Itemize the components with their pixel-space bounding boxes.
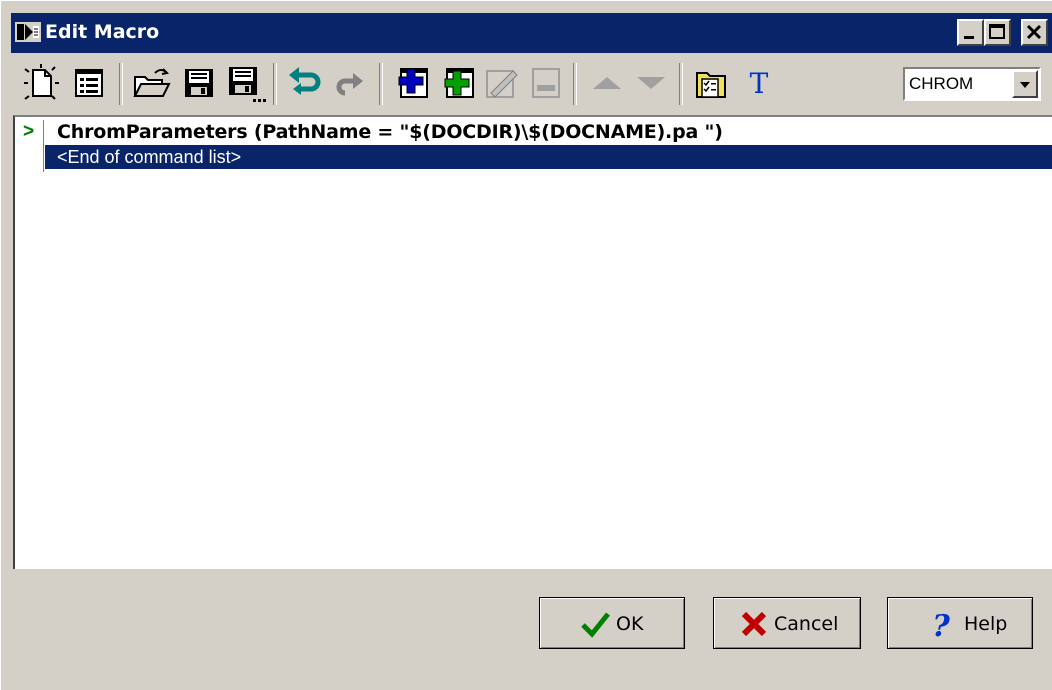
command-list[interactable]: > ChromParameters (PathName = "$(DOCDIR)… [13,115,1052,569]
move-up-button[interactable] [585,61,629,105]
open-button[interactable] [129,61,173,105]
list-item-selected[interactable]: <End of command list> [45,145,1052,169]
save-button[interactable] [177,61,221,105]
close-button[interactable] [1021,19,1048,46]
end-of-list-text: <End of command list> [57,147,242,167]
cancel-label: Cancel [774,613,839,635]
save-icon [185,69,213,97]
move-down-button[interactable] [629,61,673,105]
window-title: Edit Macro [45,21,160,43]
cancel-button[interactable]: Cancel [713,597,861,649]
insert-command-button[interactable] [389,61,433,105]
move-down-icon [637,77,665,89]
new-macro-button[interactable] [19,61,63,105]
folder-checklist-icon [696,72,726,98]
open-icon [133,68,171,97]
text-button[interactable]: T [737,61,781,105]
help-label: Help [964,613,1008,635]
svg-text:?: ? [932,610,950,640]
maximize-icon [989,24,1005,39]
toolbar-separator [573,63,577,105]
app-icon [15,22,41,42]
insert-command-icon [398,68,428,98]
add-command-button[interactable] [435,61,479,105]
checkmark-icon [581,612,610,638]
chevron-down-icon [1020,82,1030,88]
toolbar-separator [679,63,683,105]
command-text: ChromParameters (PathName = "$(DOCDIR)\$… [57,121,723,143]
save-as-button[interactable] [223,61,267,105]
properties-button[interactable] [67,61,111,105]
macro-type-combobox[interactable]: CHROM [903,67,1041,101]
text-icon: T [750,67,769,100]
redo-icon [336,73,363,96]
undo-icon [289,67,321,95]
save-as-icon [229,67,266,102]
svg-text:T: T [750,67,769,100]
move-up-icon [593,77,621,89]
delete-command-button[interactable] [523,61,567,105]
maximize-button[interactable] [984,19,1011,46]
new-icon [24,64,59,100]
current-command-marker: > [23,121,35,142]
toolbar: T CHROM [11,57,1052,113]
delete-command-icon [532,68,560,98]
toolbar-separator [379,63,383,105]
properties-icon [75,69,103,97]
undo-button[interactable] [283,61,327,105]
question-mark-icon: ? [932,610,950,640]
minimize-button[interactable] [957,19,984,46]
minimize-icon [964,36,974,39]
list-item[interactable]: > ChromParameters (PathName = "$(DOCDIR)… [15,120,1052,144]
ok-button[interactable]: OK [539,597,685,649]
toolbar-separator [119,63,123,105]
x-icon [741,611,767,637]
title-bar[interactable]: Edit Macro [11,13,1052,53]
combobox-value: CHROM [909,74,974,93]
redo-button[interactable] [327,61,371,105]
edit-command-icon [486,70,518,98]
toolbar-separator [273,63,277,105]
close-icon [1026,24,1042,40]
combobox-dropdown-button[interactable] [1012,70,1038,98]
edit-command-button[interactable] [479,61,523,105]
add-command-icon [444,68,474,98]
folder-checklist-button[interactable] [689,61,733,105]
help-button[interactable]: ? Help [887,597,1033,649]
edit-macro-window: Edit Macro T CHROM > ChromParameters (Pa… [0,0,1052,690]
ok-label: OK [616,613,644,635]
